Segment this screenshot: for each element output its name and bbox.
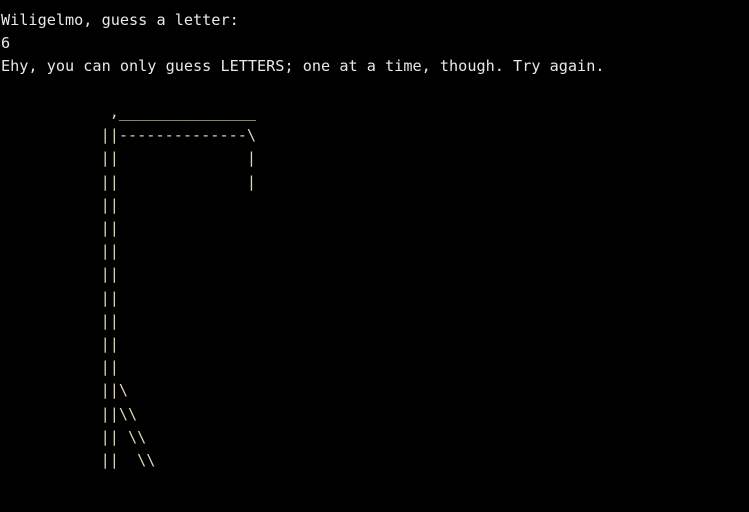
gallows-line: ||: [0, 195, 119, 214]
gallows-line: ||: [0, 242, 119, 261]
gallows-line: ||: [0, 219, 119, 238]
gallows-line: || \\: [0, 451, 156, 470]
gallows-line: ||: [0, 265, 119, 284]
gallows-line: || |: [0, 172, 257, 191]
user-input-echo: 6: [1, 34, 11, 52]
gallows-line: ||\: [0, 381, 129, 400]
gallows-line: || \\: [0, 427, 147, 446]
gallows-line: ||: [0, 335, 119, 354]
terminal-window[interactable]: Wiligelmo, guess a letter: 6 Ehy, you ca…: [0, 0, 749, 512]
gallows-line: ||\\: [0, 404, 138, 423]
gallows-line: ||: [0, 311, 119, 330]
gallows-line: || |: [0, 149, 257, 168]
gallows-line: ||--------------\: [0, 126, 257, 145]
hangman-gallows-art: ,_______________ ||--------------\ || | …: [0, 101, 256, 472]
guess-prompt: Wiligelmo, guess a letter:: [1, 11, 239, 29]
gallows-line: ||: [0, 288, 119, 307]
gallows-line: ||: [0, 358, 119, 377]
gallows-line: ,_______________: [0, 103, 257, 121]
error-message: Ehy, you can only guess LETTERS; one at …: [1, 57, 605, 75]
